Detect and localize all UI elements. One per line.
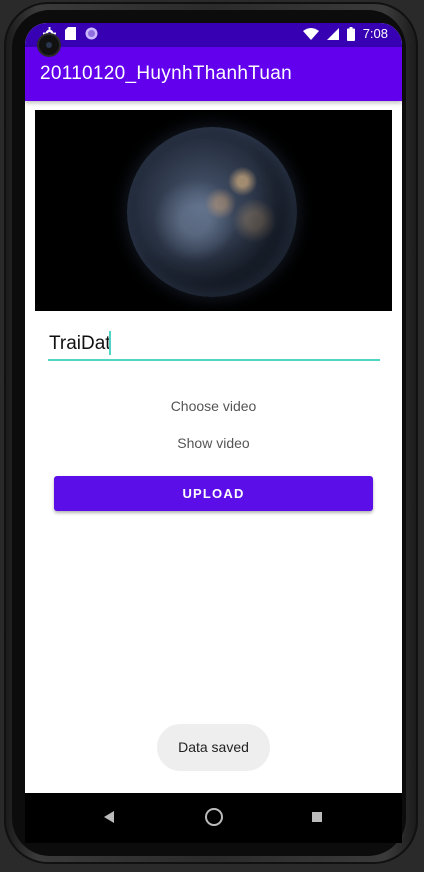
earth-shadow — [127, 127, 297, 297]
toast-message: Data saved — [157, 724, 270, 771]
signal-icon — [326, 27, 339, 40]
choose-video-button[interactable]: Choose video — [25, 398, 402, 414]
status-icons-right: 7:08 — [302, 26, 388, 41]
back-icon[interactable] — [104, 811, 114, 823]
home-icon[interactable] — [205, 808, 223, 826]
show-video-button[interactable]: Show video — [25, 435, 402, 451]
text-cursor — [109, 331, 111, 355]
upload-button[interactable]: UPLOAD — [54, 476, 373, 511]
app-screen: 7:08 20110120_HuynhThanhTuan Choose vide… — [25, 23, 402, 793]
status-time: 7:08 — [362, 26, 388, 41]
app-title: 20110120_HuynhThanhTuan — [40, 63, 292, 84]
sd-card-icon — [65, 27, 76, 40]
name-input[interactable] — [48, 329, 380, 361]
recents-icon[interactable] — [312, 812, 322, 822]
app-bar: 20110120_HuynhThanhTuan — [25, 47, 402, 101]
video-view[interactable] — [35, 110, 392, 311]
status-bar: 7:08 — [25, 23, 402, 47]
front-camera — [37, 33, 61, 57]
navigation-bar — [25, 793, 402, 843]
wifi-icon — [302, 27, 319, 40]
circle-app-icon — [85, 27, 98, 40]
battery-icon — [346, 26, 355, 41]
